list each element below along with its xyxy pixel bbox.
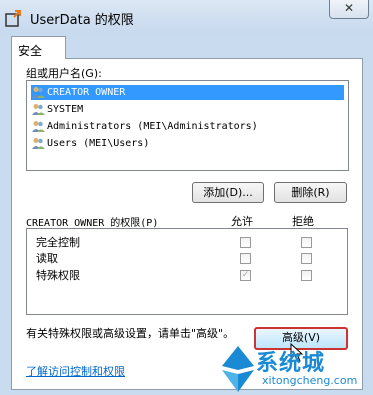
user-name: Administrators (MEI\Administrators) bbox=[47, 121, 258, 132]
users-icon bbox=[32, 138, 45, 149]
watermark-brand: 系统城 bbox=[256, 351, 326, 376]
users-icon bbox=[32, 104, 45, 115]
allow-header: 允许 bbox=[231, 215, 253, 228]
user-name: Users (MEI\Users) bbox=[47, 138, 150, 149]
window-title: UserData 的权限 bbox=[30, 13, 134, 28]
watermark-domain: xitongcheng.com bbox=[262, 374, 358, 387]
users-list[interactable]: CREATOR OWNER SYSTEM Administrators (MEI… bbox=[26, 80, 349, 171]
permission-name: 特殊权限 bbox=[36, 269, 80, 282]
add-button[interactable]: 添加(D)... bbox=[192, 182, 264, 203]
checkmark-icon: ✓ bbox=[241, 270, 250, 280]
advanced-info-text: 有关特殊权限或高级设置，请单击"高级"。 bbox=[26, 327, 235, 340]
permissions-label: CREATOR OWNER 的权限(P) bbox=[26, 218, 159, 229]
deny-checkbox-full-control[interactable] bbox=[301, 237, 312, 248]
title-bar: UserData 的权限 ✕ bbox=[0, 0, 373, 34]
user-list-item[interactable]: CREATOR OWNER bbox=[31, 85, 344, 100]
user-name: CREATOR OWNER bbox=[47, 87, 126, 98]
deny-checkbox-read[interactable] bbox=[301, 253, 312, 264]
deny-header: 拒绝 bbox=[292, 215, 314, 228]
allow-checkbox-special[interactable]: ✓ bbox=[240, 270, 251, 281]
close-button[interactable]: ✕ bbox=[329, 0, 369, 19]
window-app-icon bbox=[5, 10, 21, 27]
tab-security[interactable]: 安全 bbox=[11, 36, 66, 59]
help-link[interactable]: 了解访问控制和权限 bbox=[26, 363, 125, 379]
users-icon bbox=[32, 87, 45, 98]
allow-checkbox-read[interactable] bbox=[240, 253, 251, 264]
users-group-label: 组或用户名(G): bbox=[26, 67, 102, 80]
user-list-item[interactable]: Administrators (MEI\Administrators) bbox=[31, 119, 258, 134]
user-name: SYSTEM bbox=[47, 104, 84, 115]
permissions-list: 完全控制 读取 特殊权限 ✓ bbox=[26, 228, 348, 315]
permission-name: 完全控制 bbox=[36, 236, 80, 249]
allow-checkbox-full-control[interactable] bbox=[240, 237, 251, 248]
deny-checkbox-special[interactable] bbox=[301, 270, 312, 281]
remove-button[interactable]: 删除(R) bbox=[274, 182, 347, 203]
user-list-item[interactable]: Users (MEI\Users) bbox=[31, 136, 149, 151]
users-icon bbox=[32, 121, 45, 132]
permission-name: 读取 bbox=[36, 252, 58, 265]
user-list-item[interactable]: SYSTEM bbox=[31, 102, 83, 117]
